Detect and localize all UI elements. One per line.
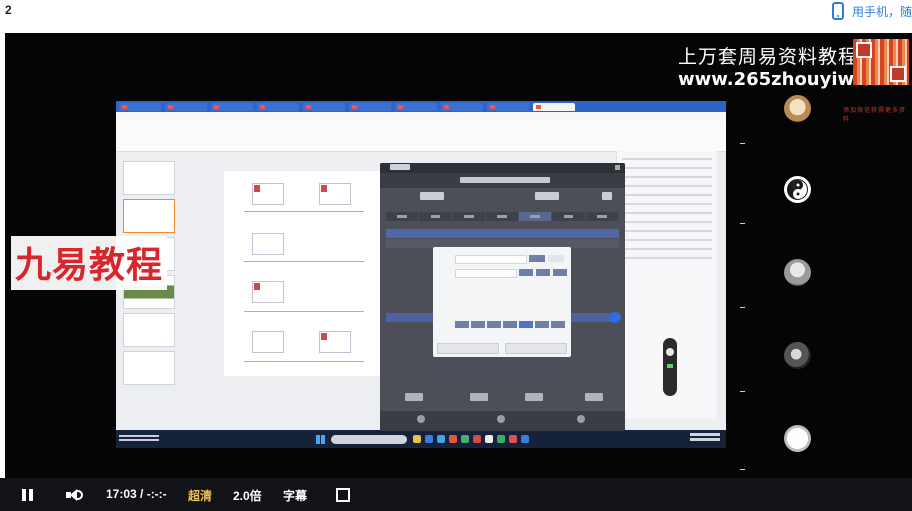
taskbar-search bbox=[331, 435, 407, 444]
volume-dial-widget bbox=[663, 338, 677, 396]
watermark-title: 上万套周易资料教程 bbox=[678, 46, 859, 68]
participant-avatar[interactable] bbox=[784, 342, 811, 369]
video-player[interactable]: 上万套周易资料教程 www.265zhouyiw.com 添加微信获得更多资料 bbox=[5, 33, 912, 478]
divider bbox=[740, 307, 745, 308]
page-number: 2 bbox=[5, 3, 12, 17]
divider bbox=[740, 143, 745, 144]
taiji-icon bbox=[787, 179, 808, 200]
participant-avatar[interactable] bbox=[784, 425, 811, 452]
slide-thumbnail bbox=[123, 199, 175, 233]
quality-button[interactable]: 超清 bbox=[188, 487, 212, 504]
divider bbox=[740, 469, 745, 470]
speed-button[interactable]: 2.0倍 bbox=[233, 487, 262, 504]
browser-tab-strip bbox=[116, 101, 726, 112]
divider bbox=[740, 223, 745, 224]
dialog-window bbox=[380, 163, 625, 431]
participant-avatar[interactable] bbox=[784, 259, 811, 286]
properties-panel bbox=[616, 151, 717, 419]
slide-thumbnail bbox=[123, 161, 175, 195]
slide-thumbnail bbox=[123, 313, 175, 347]
participant-avatar[interactable] bbox=[784, 95, 811, 122]
start-icon bbox=[316, 435, 325, 444]
windows-taskbar bbox=[116, 430, 726, 448]
volume-icon[interactable] bbox=[66, 488, 84, 502]
phone-icon bbox=[831, 2, 844, 20]
brand-overlay: 九易教程 bbox=[11, 236, 168, 290]
qr-caption: 添加微信获得更多资料 bbox=[843, 108, 907, 123]
pause-icon[interactable] bbox=[22, 489, 33, 501]
player-controls: 17:03 / -:-:- 超清 2.0倍 字幕 bbox=[0, 478, 912, 511]
phone-link-label: 用手机，随 bbox=[851, 4, 912, 19]
fullscreen-icon[interactable] bbox=[336, 488, 350, 502]
slide-thumbnails bbox=[119, 161, 175, 431]
qr-code-image bbox=[853, 39, 909, 85]
divider bbox=[740, 391, 745, 392]
playback-time: 17:03 / -:-:- bbox=[106, 487, 167, 501]
phone-link[interactable]: 用手机，随 bbox=[831, 2, 912, 20]
top-bar: 2 用手机，随 bbox=[0, 0, 912, 33]
slide-thumbnail bbox=[123, 351, 175, 385]
subtitles-button[interactable]: 字幕 bbox=[283, 487, 307, 504]
participant-avatar[interactable] bbox=[784, 176, 811, 203]
app-ribbon bbox=[116, 121, 726, 152]
